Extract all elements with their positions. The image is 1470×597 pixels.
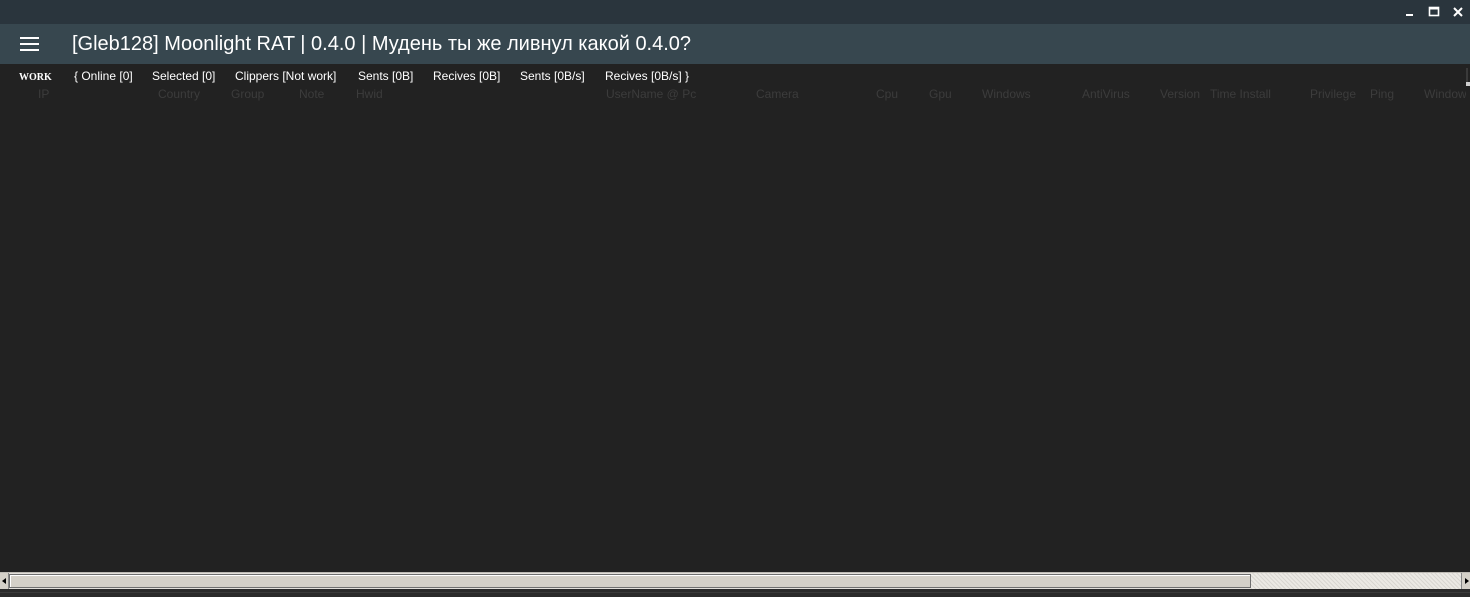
clients-table-body[interactable] <box>0 104 1466 572</box>
column-header-antivirus[interactable]: AntiVirus <box>1082 87 1130 101</box>
column-header-windows-2[interactable]: Windows <box>1424 87 1466 101</box>
scroll-left-arrow-icon[interactable] <box>0 573 9 589</box>
column-header-username-pc[interactable]: UserName @ Pc <box>606 87 696 101</box>
column-header-time-install[interactable]: Time Install <box>1210 87 1271 101</box>
horizontal-scrollbar[interactable] <box>0 572 1470 589</box>
sents-total: Sents [0B] <box>358 69 414 83</box>
close-button[interactable] <box>1446 0 1470 24</box>
app-header: [Gleb128] Moonlight RAT | 0.4.0 | Мудень… <box>0 24 1470 64</box>
column-header-ping[interactable]: Ping <box>1370 87 1394 101</box>
column-header-version[interactable]: Version <box>1160 87 1200 101</box>
close-icon <box>1453 7 1463 17</box>
maximize-icon <box>1428 6 1440 17</box>
minimize-button[interactable] <box>1398 0 1422 24</box>
maximize-button[interactable] <box>1422 0 1446 24</box>
selected-count: Selected [0] <box>152 69 216 83</box>
sents-rate: Sents [0B/s] <box>520 69 585 83</box>
work-label: WORK <box>19 72 52 83</box>
window-controls <box>1398 0 1470 24</box>
column-header-ip[interactable]: IP <box>38 87 49 101</box>
clippers-status: Clippers [Not work] <box>235 69 337 83</box>
vertical-scrollbar-marker <box>1466 82 1470 86</box>
app-window: [Gleb128] Moonlight RAT | 0.4.0 | Мудень… <box>0 0 1470 597</box>
status-bar: WORK { Online [0] Selected [0] Clippers … <box>0 64 1470 88</box>
recives-rate: Recives [0B/s] } <box>605 69 690 83</box>
online-count: { Online [0] <box>74 69 133 83</box>
column-header-hwid[interactable]: Hwid <box>356 87 383 101</box>
recives-total: Recives [0B] <box>433 69 501 83</box>
column-header-windows[interactable]: Windows <box>982 87 1031 101</box>
column-header-cpu[interactable]: Cpu <box>876 87 898 101</box>
app-title: [Gleb128] Moonlight RAT | 0.4.0 | Мудень… <box>72 33 692 55</box>
minimize-icon <box>1406 14 1413 16</box>
bottom-border <box>0 589 1470 597</box>
hamburger-menu-icon[interactable] <box>20 37 39 52</box>
horizontal-scrollbar-track[interactable] <box>1251 573 1461 589</box>
column-header-note[interactable]: Note <box>299 87 324 101</box>
column-header-gpu[interactable]: Gpu <box>929 87 952 101</box>
scroll-right-arrow-icon[interactable] <box>1461 573 1470 589</box>
clients-table-header: IP Country Group Note Hwid UserName @ Pc… <box>0 87 1466 103</box>
column-header-privilege[interactable]: Privilege <box>1310 87 1356 101</box>
window-titlebar[interactable] <box>0 0 1470 24</box>
column-header-camera[interactable]: Camera <box>756 87 799 101</box>
horizontal-scrollbar-thumb[interactable] <box>9 574 1251 588</box>
column-header-country[interactable]: Country <box>158 87 200 101</box>
column-header-group[interactable]: Group <box>231 87 264 101</box>
